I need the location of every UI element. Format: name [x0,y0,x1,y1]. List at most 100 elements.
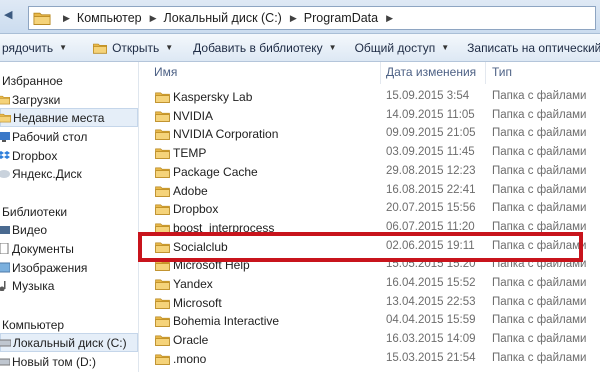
file-row[interactable]: Bohemia Interactive 04.04.2015 15:59 Папка… [140,312,600,330]
nav-item-new-volume-d[interactable]: Новый том (D:) [0,352,138,371]
share-label: Общий доступ [354,40,436,55]
nav-item-dropbox[interactable]: Dropbox [0,146,138,165]
nav-group-computer[interactable]: Компьютер [2,318,64,332]
file-date-modified: 04.04.2015 15:59 [386,314,476,327]
nav-item-label: Яндекс.Диск [12,166,82,181]
file-row[interactable]: boost_interprocess 06.07.2015 11:20 Папка … [140,219,600,237]
file-type: Папка с файлами [492,239,587,252]
open-folder-icon [93,42,107,54]
file-type: Папка с файлами [492,295,587,308]
breadcrumb-programdata[interactable]: ProgramData [304,11,378,25]
open-button[interactable]: Открыть ▼ [87,37,179,59]
file-row[interactable]: Package Cache 29.08.2015 12:23 Папка с фай… [140,163,600,181]
folder-icon [155,334,170,346]
nav-item-label: Новый том (D:) [12,354,96,369]
file-name: Kaspersky Lab [173,90,253,104]
file-row[interactable]: Dropbox 20.07.2015 15:56 Папка с файлами [140,200,600,218]
column-header-name[interactable]: Имя [154,65,177,83]
file-row[interactable]: TEMP 03.09.2015 11:45 Папка с файлами [140,144,600,162]
file-type: Папка с файлами [492,220,587,233]
address-bar[interactable]: ▶ Компьютер ▶ Локальный диск (C:) ▶ Prog… [28,6,596,30]
nav-item-recent-places[interactable]: Недавние места [0,108,138,127]
breadcrumb-local-disk[interactable]: Локальный диск (C:) [164,11,282,25]
file-date-modified: 06.07.2015 11:20 [386,220,475,233]
file-row[interactable]: Kaspersky Lab 15.09.2015 3:54 Папка с файл… [140,88,600,106]
column-divider[interactable] [485,62,486,84]
nav-item-music[interactable]: Музыка [0,276,138,295]
nav-item-label: Музыка [12,278,55,293]
share-button[interactable]: Общий доступ ▼ [349,37,456,59]
chevron-right-icon[interactable]: ▶ [63,13,70,24]
organize-button[interactable]: рядочить ▼ [0,37,73,59]
recent-places-icon [0,112,11,123]
file-date-modified: 29.08.2015 12:23 [386,164,476,177]
folder-icon [155,222,170,234]
file-row[interactable]: .mono 15.03.2015 21:54 Папка с файлами [140,350,600,368]
chevron-down-icon: ▼ [59,43,68,52]
file-date-modified: 13.04.2015 22:53 [386,295,476,308]
nav-item-pictures[interactable]: Изображения [0,258,138,277]
nav-item-label: Рабочий стол [12,129,88,144]
file-date-modified: 16.04.2015 15:52 [386,277,476,289]
nav-item-video[interactable]: Видео [0,220,138,239]
file-list: Имя Дата изменения Тип Kaspersky Lab 15.0… [140,62,600,372]
file-row[interactable]: NVIDIA Corporation 09.09.2015 21:05 Папка … [140,125,600,143]
column-header-date[interactable]: Дата изменения [386,65,476,83]
nav-group-libraries[interactable]: Библиотеки [2,205,67,219]
file-date-modified: 15.09.2015 3:54 [386,90,470,102]
file-name: Yandex [173,277,213,291]
burn-label: Записать на оптический диск [467,40,600,55]
nav-back-icon[interactable]: ◀ [4,8,12,21]
column-header-type[interactable]: Тип [492,65,512,83]
file-type: Папка с файлами [492,333,587,346]
breadcrumb-computer[interactable]: Компьютер [77,11,142,25]
nav-item-documents[interactable]: Документы [0,239,138,258]
file-row[interactable]: NVIDIA 14.09.2015 11:05 Папка с файлами [140,107,600,125]
file-type: Папка с файлами [492,164,587,177]
file-row[interactable]: Adobe 16.08.2015 22:41 Папка с файлами [140,182,600,200]
nav-item-label: Недавние места [13,110,105,125]
folder-icon [155,203,170,215]
file-row[interactable]: Yandex 16.04.2015 15:52 Папка с файлами [140,275,600,293]
burn-button[interactable]: Записать на оптический диск [461,37,600,59]
video-library-icon [0,226,10,234]
chevron-right-icon[interactable]: ▶ [150,13,157,24]
file-row[interactable]: Socialclub 02.06.2015 19:11 Папка с файлам… [140,238,600,256]
nav-item-label: Документы [12,241,74,256]
navigation-pane: Избранное Загрузки Недавние места Рабочи… [0,62,139,372]
nav-item-local-disk-c[interactable]: Локальный диск (C:) [0,333,138,352]
file-row[interactable]: Microsoft 13.04.2015 22:53 Папка с файлами [140,294,600,312]
nav-item-desktop[interactable]: Рабочий стол [0,127,138,146]
file-type: Папка с файлами [492,351,587,364]
chevron-right-icon[interactable]: ▶ [386,13,393,24]
add-to-library-button[interactable]: Добавить в библиотеку ▼ [187,37,342,59]
folder-icon [155,241,170,253]
downloads-folder-icon [0,94,10,105]
nav-group-favorites[interactable]: Избранное [2,74,63,88]
file-date-modified: 02.06.2015 19:11 [386,239,475,252]
chevron-right-icon[interactable]: ▶ [290,13,297,24]
open-label: Открыть [112,40,160,55]
dropbox-icon [0,151,10,159]
file-type: Папка с файлами [492,258,587,271]
file-name: Oracle [173,333,209,348]
file-row[interactable]: Microsoft Help 15.05.2015 15:20 Папка с фа… [140,256,600,274]
file-name: Package Cache [173,164,258,179]
nav-item-downloads[interactable]: Загрузки [0,90,138,109]
yandex-disk-icon [0,170,10,178]
nav-item-label: Видео [12,222,48,237]
hard-drive-icon [0,339,11,347]
file-type: Папка с файлами [492,202,587,215]
file-name: Microsoft [173,295,222,310]
chevron-down-icon: ▼ [328,43,337,52]
folder-icon [155,353,170,365]
column-divider[interactable] [380,62,381,84]
folder-icon [33,11,51,25]
breadcrumb: ▶ Компьютер ▶ Локальный диск (C:) ▶ Prog… [55,11,400,25]
file-row[interactable]: Oracle 16.03.2015 14:09 Папка с файлами [140,331,600,349]
file-date-modified: 03.09.2015 11:45 [386,146,475,159]
file-type: Папка с файлами [492,146,587,159]
nav-item-yandex-disk[interactable]: Яндекс.Диск [0,164,138,183]
file-name: .mono [173,351,207,366]
pictures-library-icon [0,262,10,273]
